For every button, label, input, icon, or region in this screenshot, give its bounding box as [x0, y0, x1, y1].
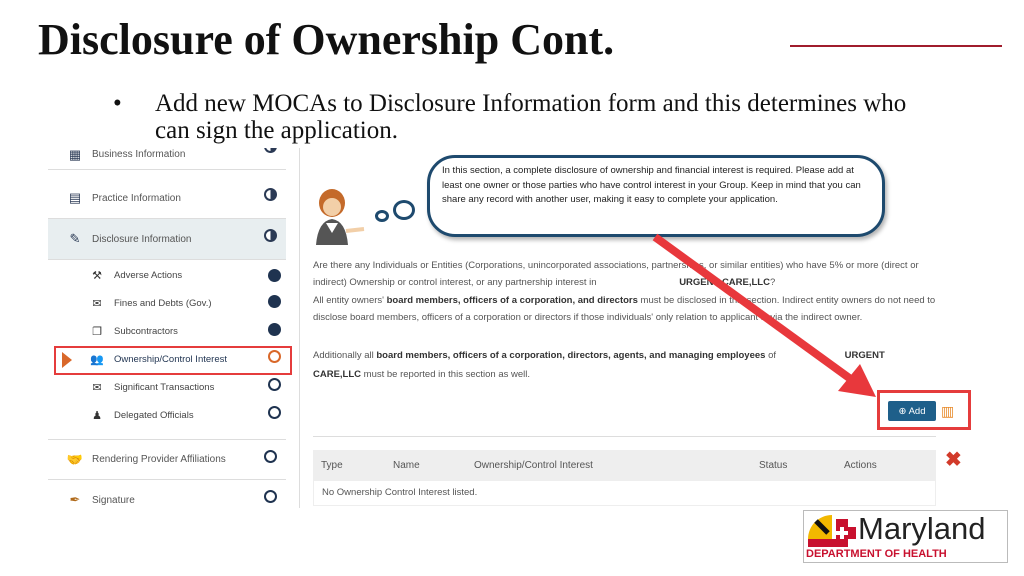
ownership-table: Type Name Ownership/Control Interest Sta…	[313, 450, 936, 506]
column-header: Type	[321, 459, 343, 471]
table-row: No Ownership Control Interest listed.	[313, 480, 936, 506]
logo-subtitle: DEPARTMENT OF HEALTH	[806, 548, 947, 560]
column-header: Ownership/Control Interest	[474, 459, 593, 471]
add-button[interactable]: ⊕ Add	[888, 401, 936, 421]
plus-icon: ⊕	[898, 405, 907, 417]
add-label: Add	[908, 405, 926, 417]
column-header: Status	[759, 459, 788, 471]
column-header: Actions	[844, 459, 877, 471]
table-header: Type Name Ownership/Control Interest Sta…	[313, 450, 936, 480]
close-icon[interactable]: ✖	[945, 447, 962, 472]
logo-name: Maryland	[858, 511, 986, 546]
divider	[313, 436, 936, 437]
column-header: Name	[393, 459, 420, 471]
maryland-logo: Maryland DEPARTMENT OF HEALTH	[803, 510, 1008, 563]
grid-icon[interactable]: ▥	[941, 403, 954, 420]
